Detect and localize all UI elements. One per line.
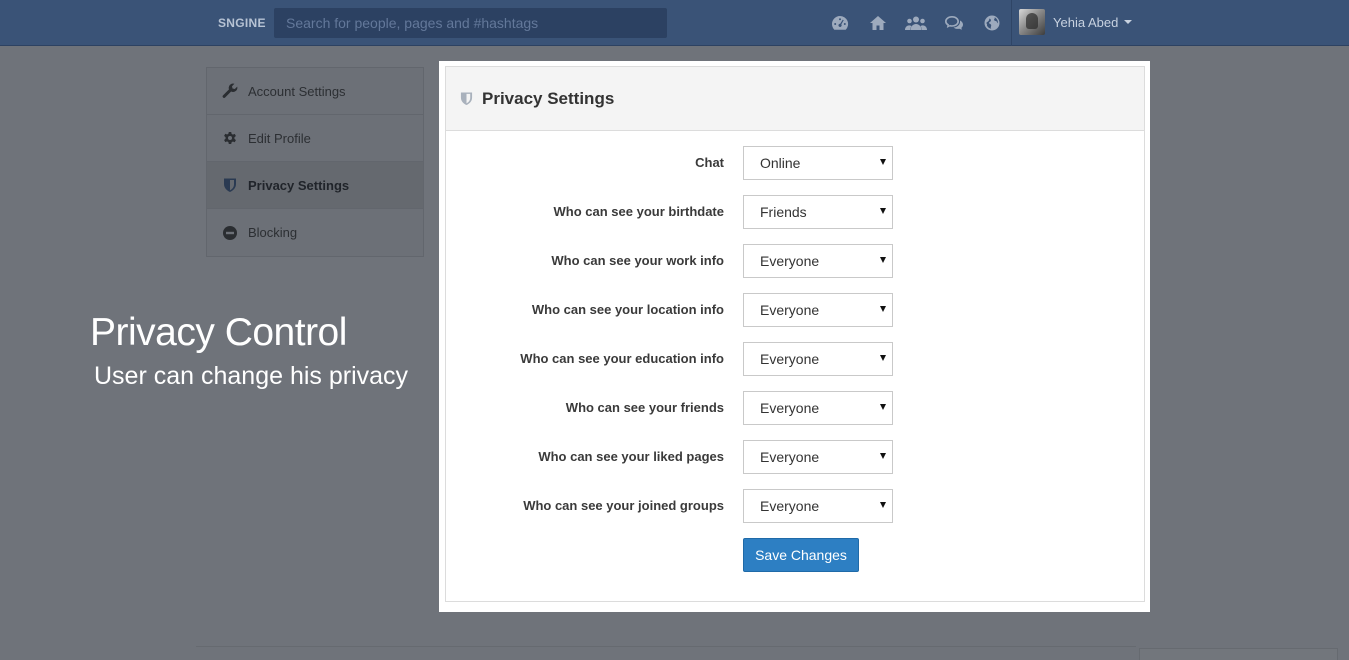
form-row-chat: Chat Online: [446, 146, 1146, 180]
gear-icon: [221, 129, 239, 147]
form-row-location-info: Who can see your location info Everyone: [446, 293, 1146, 327]
dropdown-arrow-icon: [880, 159, 886, 165]
settings-sidebar: Account Settings Edit Profile Privacy Se…: [206, 67, 424, 257]
liked-pages-privacy-select[interactable]: Everyone: [743, 440, 893, 474]
form-label: Chat: [695, 155, 724, 170]
form-label: Who can see your liked pages: [538, 449, 724, 464]
user-menu[interactable]: Yehia Abed: [1019, 9, 1133, 35]
wrench-icon: [221, 82, 239, 100]
work-info-privacy-select[interactable]: Everyone: [743, 244, 893, 278]
shield-icon: [460, 92, 473, 105]
page-footer-divider: [196, 646, 1136, 660]
friends-privacy-select[interactable]: Everyone: [743, 391, 893, 425]
sidebar-item-account-settings[interactable]: Account Settings: [207, 68, 423, 115]
users-icon[interactable]: [902, 10, 930, 36]
sidebar-item-label: Edit Profile: [248, 130, 311, 146]
select-value: Everyone: [760, 351, 820, 367]
home-icon[interactable]: [864, 10, 892, 36]
promo-title: Privacy Control: [90, 311, 347, 354]
sidebar-item-label: Blocking: [248, 225, 298, 240]
privacy-settings-modal: Privacy Settings Chat Online Who can see…: [439, 61, 1150, 612]
select-value: Everyone: [760, 498, 820, 514]
select-value: Online: [760, 155, 801, 171]
dashboard-icon[interactable]: [826, 10, 854, 36]
select-value: Friends: [760, 204, 807, 220]
sidebar-item-label: Privacy Settings: [248, 177, 350, 193]
dropdown-arrow-icon: [880, 306, 886, 312]
form-label: Who can see your location info: [531, 302, 724, 317]
messages-icon[interactable]: [940, 10, 968, 36]
chevron-down-icon[interactable]: [1124, 20, 1133, 24]
avatar[interactable]: [1019, 9, 1045, 35]
promo-subtitle: User can change his privacy: [94, 362, 409, 390]
education-info-privacy-select[interactable]: Everyone: [743, 342, 893, 376]
select-value: Everyone: [760, 302, 820, 318]
dropdown-arrow-icon: [880, 453, 886, 459]
nav-icon-group: [826, 10, 1016, 36]
nav-divider: [1011, 0, 1012, 46]
search-input[interactable]: [274, 8, 667, 38]
top-navbar: SNGINE Yehia Abed: [0, 0, 1349, 46]
select-value: Everyone: [760, 253, 820, 269]
sidebar-item-edit-profile[interactable]: Edit Profile: [207, 115, 423, 162]
form-row-birthdate: Who can see your birthdate Friends: [446, 195, 1146, 229]
select-value: Everyone: [760, 400, 820, 416]
form-label: Who can see your friends: [565, 400, 724, 415]
sidebar-item-blocking[interactable]: Blocking: [207, 209, 423, 256]
form-row-friends: Who can see your friends Everyone: [446, 391, 1146, 425]
form-label: Who can see your work info: [551, 253, 724, 268]
sidebar-item-label: Account Settings: [248, 83, 346, 99]
shield-icon: [221, 176, 239, 194]
globe-icon[interactable]: [978, 10, 1006, 36]
location-info-privacy-select[interactable]: Everyone: [743, 293, 893, 327]
panel-title: Privacy Settings: [482, 88, 615, 108]
dropdown-arrow-icon: [880, 502, 886, 508]
save-changes-button[interactable]: Save Changes: [743, 538, 859, 572]
joined-groups-privacy-select[interactable]: Everyone: [743, 489, 893, 523]
dropdown-arrow-icon: [880, 208, 886, 214]
form-label: Who can see your joined groups: [523, 498, 724, 513]
form-label: Who can see your birthdate: [553, 204, 724, 219]
form-row-liked-pages: Who can see your liked pages Everyone: [446, 440, 1146, 474]
chat-select[interactable]: Online: [743, 146, 893, 180]
minus-circle-icon: [221, 224, 239, 242]
dropdown-arrow-icon: [880, 355, 886, 361]
user-name[interactable]: Yehia Abed: [1053, 15, 1118, 30]
bottom-right-widget: [1139, 648, 1338, 660]
form-row-work-info: Who can see your work info Everyone: [446, 244, 1146, 278]
form-label: Who can see your education info: [520, 351, 724, 366]
privacy-settings-panel: Privacy Settings Chat Online Who can see…: [445, 66, 1145, 602]
dropdown-arrow-icon: [880, 257, 886, 263]
dropdown-arrow-icon: [880, 404, 886, 410]
form-row-joined-groups: Who can see your joined groups Everyone: [446, 489, 1146, 523]
form-row-education-info: Who can see your education info Everyone: [446, 342, 1146, 376]
birthdate-privacy-select[interactable]: Friends: [743, 195, 893, 229]
panel-header: Privacy Settings: [446, 67, 1144, 131]
sidebar-item-privacy-settings[interactable]: Privacy Settings: [207, 162, 423, 209]
brand-logo[interactable]: SNGINE: [218, 16, 266, 30]
select-value: Everyone: [760, 449, 820, 465]
